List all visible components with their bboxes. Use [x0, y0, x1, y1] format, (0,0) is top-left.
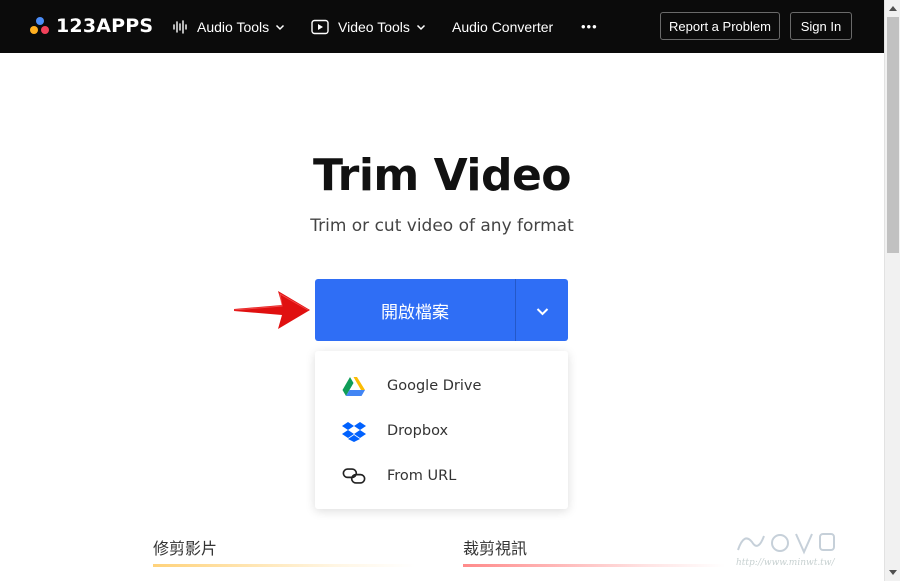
chevron-down-icon	[536, 301, 549, 320]
brand-logo[interactable]: 123APPS	[30, 15, 153, 37]
menu-item-dropbox[interactable]: Dropbox	[315, 409, 568, 453]
google-drive-icon	[342, 374, 366, 398]
vertical-scrollbar[interactable]	[884, 0, 900, 581]
page-title: Trim Video	[312, 150, 572, 201]
link-icon	[342, 464, 366, 488]
nav-video-tools-label: Video Tools	[338, 18, 410, 35]
menu-item-label: Dropbox	[387, 423, 449, 439]
menu-item-google-drive[interactable]: Google Drive	[315, 364, 568, 408]
nav-audio-converter[interactable]: Audio Converter	[452, 0, 553, 53]
nav-audio-tools[interactable]: Audio Tools	[172, 0, 285, 53]
open-file-button[interactable]: 開啟檔案	[315, 279, 515, 341]
report-problem-button[interactable]: Report a Problem	[660, 12, 780, 40]
menu-item-label: From URL	[387, 468, 457, 484]
scroll-up-arrow-icon[interactable]	[885, 0, 900, 16]
watermark-mark-icon	[737, 533, 835, 555]
red-arrow-annotation-icon	[233, 291, 310, 329]
chevron-down-icon	[416, 22, 426, 32]
open-file-button-group: 開啟檔案	[315, 279, 568, 341]
nav-more-menu[interactable]: •••	[581, 0, 598, 53]
page-subtitle: Trim or cut video of any format	[310, 216, 574, 236]
bottom-link-trim-video[interactable]: 修剪影片	[153, 535, 217, 559]
bottom-link-underline	[463, 564, 725, 567]
nav-audio-tools-label: Audio Tools	[197, 18, 270, 35]
chevron-down-icon	[275, 22, 285, 32]
sign-in-button[interactable]: Sign In	[790, 12, 852, 40]
nav-video-tools[interactable]: Video Tools	[311, 0, 426, 53]
watermark-url: http://www.minwt.tw/	[736, 558, 835, 568]
open-source-dropdown-menu: Google Drive Dropbox From URL	[315, 351, 568, 509]
open-file-dropdown-toggle[interactable]	[516, 279, 568, 341]
brand-name: 123APPS	[56, 15, 154, 37]
menu-item-label: Google Drive	[387, 378, 482, 394]
top-navigation-bar: 123APPS Audio Tools Video Tools Audio Co…	[0, 0, 884, 53]
menu-item-from-url[interactable]: From URL	[315, 454, 568, 498]
more-dots-icon: •••	[581, 19, 598, 34]
dropbox-icon	[342, 419, 366, 443]
logo-dots-icon	[30, 16, 50, 36]
waveform-icon	[172, 19, 188, 35]
bottom-link-crop-video[interactable]: 裁剪視訊	[463, 535, 527, 559]
nav-audio-converter-label: Audio Converter	[452, 18, 554, 35]
scroll-down-arrow-icon[interactable]	[885, 565, 900, 581]
video-play-icon	[311, 19, 329, 35]
bottom-link-underline	[153, 564, 415, 567]
scrollbar-thumb[interactable]	[887, 17, 899, 253]
watermark-logo: http://www.minwt.tw/	[730, 528, 870, 574]
